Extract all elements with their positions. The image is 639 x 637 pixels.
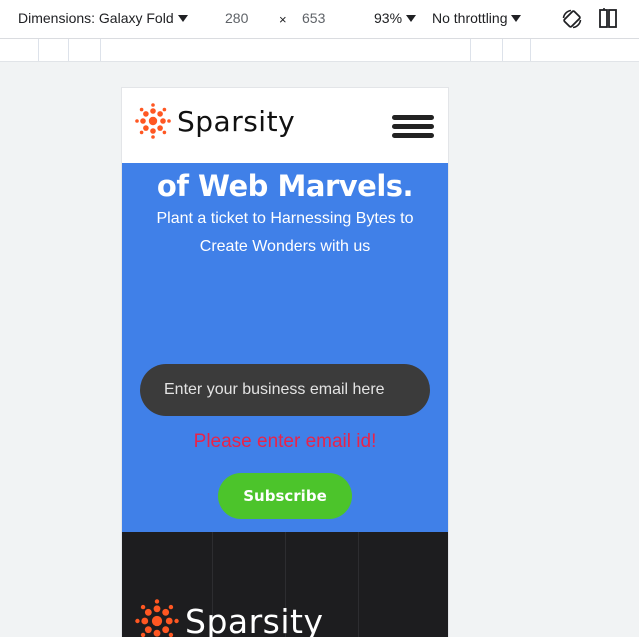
ruler-tick: [38, 39, 39, 61]
throttling-label: No throttling: [432, 10, 508, 26]
sparsity-logo-icon: [135, 599, 179, 637]
hamburger-menu-icon[interactable]: [392, 115, 434, 139]
width-input[interactable]: 280: [225, 10, 248, 26]
brand-name: Sparsity: [177, 104, 296, 138]
device-ruler: [0, 39, 639, 62]
ruler-tick: [68, 39, 69, 61]
ruler-tick: [100, 39, 101, 61]
dimension-separator: ×: [279, 12, 287, 27]
email-error-message: Please enter email id!: [193, 431, 377, 452]
dimensions-dropdown[interactable]: Dimensions: Galaxy Fold: [18, 10, 188, 26]
zoom-label: 93%: [374, 10, 403, 26]
throttling-dropdown[interactable]: No throttling: [432, 10, 522, 26]
dimensions-label: Dimensions: Galaxy Fold: [18, 10, 174, 26]
height-input[interactable]: 653: [302, 10, 325, 26]
chevron-down-icon: [511, 15, 522, 22]
dual-screen-icon[interactable]: [596, 7, 620, 31]
zoom-dropdown[interactable]: 93%: [374, 10, 417, 26]
footer-logo[interactable]: Sparsity: [135, 599, 324, 637]
hero-section: of Web Marvels. Plant a ticket to Harnes…: [122, 163, 448, 532]
devtools-device-toolbar: Dimensions: Galaxy Fold 280 × 653 93% No…: [0, 0, 639, 39]
ruler-tick: [530, 39, 531, 61]
hero-title: of Web Marvels.: [156, 169, 414, 203]
ruler-tick: [470, 39, 471, 61]
footer-divider: [358, 532, 359, 637]
sparsity-logo-icon: [135, 103, 171, 139]
chevron-down-icon: [406, 15, 417, 22]
site-footer: Sparsity: [122, 532, 448, 637]
email-field[interactable]: [140, 364, 430, 416]
subscribe-button[interactable]: Subscribe: [218, 473, 352, 519]
device-viewport: Sparsity of Web Marvels. Plant a ticket …: [122, 88, 448, 637]
rotate-icon[interactable]: [560, 7, 584, 31]
header-logo[interactable]: Sparsity: [135, 103, 295, 139]
hero-subtitle: Plant a ticket to Harnessing Bytes to Cr…: [156, 210, 414, 255]
footer-brand-name: Sparsity: [185, 601, 324, 637]
site-header: Sparsity: [122, 88, 448, 163]
ruler-tick: [502, 39, 503, 61]
chevron-down-icon: [177, 15, 188, 22]
